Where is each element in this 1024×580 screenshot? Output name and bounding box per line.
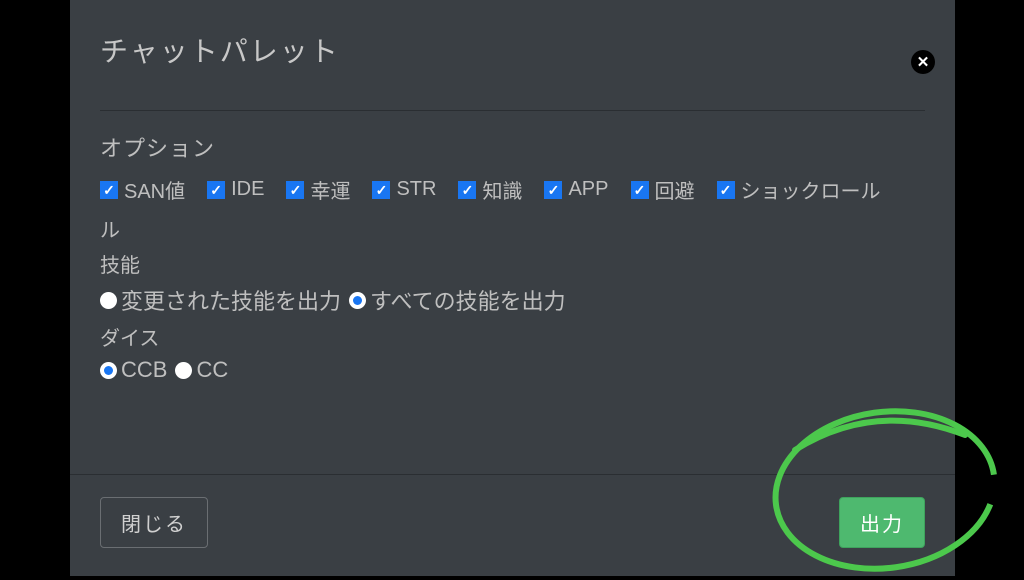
- check-icon: ✓: [544, 181, 562, 199]
- radio-icon: [100, 292, 117, 309]
- close-button[interactable]: 閉じる: [100, 497, 208, 548]
- radio-label: CC: [196, 357, 228, 383]
- checkbox-shockroll[interactable]: ✓ ショックロール: [717, 175, 881, 204]
- radio-icon: [349, 292, 366, 309]
- radio-skills-changed[interactable]: 変更された技能を出力: [100, 284, 341, 316]
- chat-palette-modal: チャットパレット ✕ オプション ✓ SAN値 ✓ IDE ✓ 幸運 ✓: [70, 0, 955, 576]
- check-icon: ✓: [458, 181, 476, 199]
- checkbox-label: IDE: [231, 178, 264, 201]
- radio-skills-all[interactable]: すべての技能を出力: [349, 284, 566, 316]
- close-icon[interactable]: ✕: [911, 50, 935, 74]
- checkbox-knowledge[interactable]: ✓ 知識: [458, 175, 522, 204]
- checkbox-san[interactable]: ✓ SAN値: [100, 175, 185, 204]
- check-icon: ✓: [372, 181, 390, 199]
- check-icon: ✓: [286, 181, 304, 199]
- radio-icon: [175, 362, 192, 379]
- checkbox-label: 知識: [482, 175, 522, 204]
- options-checkbox-row: ✓ SAN値 ✓ IDE ✓ 幸運 ✓ STR ✓ 知識: [100, 175, 925, 204]
- skills-radio-row: 変更された技能を出力 すべての技能を出力: [100, 284, 925, 316]
- radio-label: 変更された技能を出力: [121, 284, 341, 316]
- modal-header: チャットパレット ✕: [70, 0, 955, 110]
- output-button[interactable]: 出力: [839, 497, 925, 548]
- checkbox-label: 回避: [655, 175, 695, 204]
- checkbox-label: ショックロール: [741, 175, 881, 204]
- dice-label: ダイス: [100, 322, 925, 351]
- radio-dice-ccb[interactable]: CCB: [100, 357, 167, 383]
- checkbox-ide[interactable]: ✓ IDE: [207, 178, 264, 201]
- modal-body: オプション ✓ SAN値 ✓ IDE ✓ 幸運 ✓ STR: [70, 110, 955, 474]
- wrap-tail-text: ル: [100, 214, 925, 243]
- checkbox-label: STR: [396, 178, 436, 201]
- options-label: オプション: [100, 131, 925, 163]
- radio-label: すべての技能を出力: [370, 284, 566, 316]
- dice-radio-row: CCB CC: [100, 357, 925, 383]
- checkbox-label: 幸運: [310, 175, 350, 204]
- radio-icon: [100, 362, 117, 379]
- check-icon: ✓: [631, 181, 649, 199]
- radio-label: CCB: [121, 357, 167, 383]
- radio-dice-cc[interactable]: CC: [175, 357, 228, 383]
- checkbox-luck[interactable]: ✓ 幸運: [286, 175, 350, 204]
- modal-title: チャットパレット: [100, 30, 925, 70]
- check-icon: ✓: [717, 181, 735, 199]
- checkbox-str[interactable]: ✓ STR: [372, 178, 436, 201]
- checkbox-label: APP: [568, 178, 608, 201]
- check-icon: ✓: [100, 181, 118, 199]
- checkbox-label: SAN値: [124, 175, 185, 204]
- checkbox-dodge[interactable]: ✓ 回避: [631, 175, 695, 204]
- modal-footer: 閉じる 出力: [70, 474, 955, 576]
- skills-label: 技能: [100, 249, 925, 278]
- check-icon: ✓: [207, 181, 225, 199]
- checkbox-app[interactable]: ✓ APP: [544, 178, 608, 201]
